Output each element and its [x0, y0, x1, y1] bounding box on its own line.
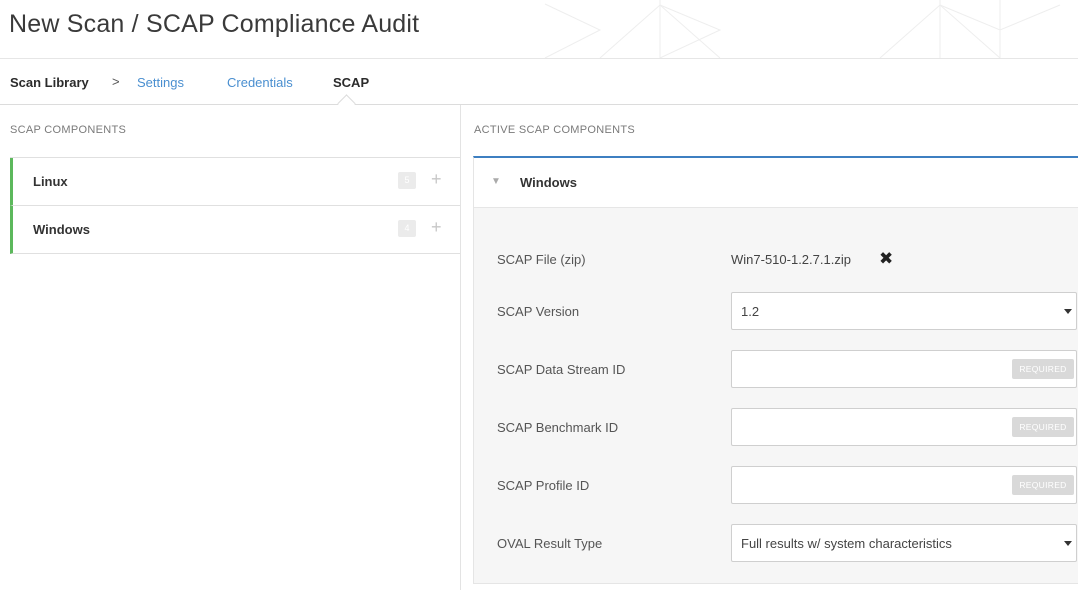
scap-components-title: SCAP COMPONENTS	[10, 124, 127, 136]
scap-profile-row: SCAP Profile ID REQUIRED	[474, 466, 1078, 506]
chevron-right-icon: >	[112, 74, 120, 89]
oval-result-type-value: Full results w/ system characteristics	[741, 536, 952, 551]
scap-profile-label: SCAP Profile ID	[497, 478, 590, 493]
tab-settings[interactable]: Settings	[137, 75, 184, 90]
scap-datastream-input[interactable]: REQUIRED	[731, 350, 1077, 388]
active-scap-components-title: ACTIVE SCAP COMPONENTS	[474, 124, 636, 136]
scap-file-row: SCAP File (zip) Win7-510-1.2.7.1.zip ✖	[474, 240, 1078, 280]
oval-result-type-row: OVAL Result Type Full results w/ system …	[474, 524, 1078, 564]
active-scap-components-panel: ACTIVE SCAP COMPONENTS ▼ Windows SCAP Fi…	[461, 105, 1078, 590]
page-header: New Scan / SCAP Compliance Audit	[0, 0, 1078, 59]
card-header[interactable]: ▼ Windows	[474, 158, 1078, 208]
tab-credentials[interactable]: Credentials	[227, 75, 293, 90]
component-count-badge: 5	[398, 172, 416, 189]
triangle-down-icon[interactable]: ▼	[491, 176, 501, 187]
page-title: New Scan / SCAP Compliance Audit	[9, 10, 420, 38]
breadcrumb-scan-library[interactable]: Scan Library	[10, 75, 89, 90]
component-name: Windows	[33, 222, 90, 237]
scap-version-select[interactable]: 1.2	[731, 292, 1077, 330]
component-item-linux[interactable]: Linux 5 +	[10, 158, 460, 206]
scap-file-label: SCAP File (zip)	[497, 252, 586, 267]
caret-down-icon	[1064, 309, 1072, 314]
oval-result-type-label: OVAL Result Type	[497, 536, 603, 551]
component-item-windows[interactable]: Windows 4 +	[10, 206, 460, 254]
component-list: Linux 5 + Windows 4 +	[10, 157, 460, 254]
scap-datastream-row: SCAP Data Stream ID REQUIRED	[474, 350, 1078, 390]
caret-down-icon	[1064, 541, 1072, 546]
scap-benchmark-input[interactable]: REQUIRED	[731, 408, 1077, 446]
oval-result-type-select[interactable]: Full results w/ system characteristics	[731, 524, 1077, 562]
close-icon[interactable]: ✖	[879, 249, 893, 269]
add-icon[interactable]: +	[431, 217, 442, 237]
windows-component-card: ▼ Windows SCAP File (zip) Win7-510-1.2.7…	[473, 156, 1078, 584]
card-title: Windows	[520, 175, 577, 190]
required-badge: REQUIRED	[1012, 359, 1074, 379]
scap-file-name: Win7-510-1.2.7.1.zip	[731, 252, 851, 267]
scap-benchmark-row: SCAP Benchmark ID REQUIRED	[474, 408, 1078, 448]
required-badge: REQUIRED	[1012, 475, 1074, 495]
required-badge: REQUIRED	[1012, 417, 1074, 437]
scap-version-label: SCAP Version	[497, 304, 580, 319]
scap-version-value: 1.2	[741, 304, 760, 319]
component-count-badge: 4	[398, 220, 416, 237]
component-name: Linux	[33, 174, 68, 189]
scap-datastream-label: SCAP Data Stream ID	[497, 362, 626, 377]
scap-benchmark-label: SCAP Benchmark ID	[497, 420, 619, 435]
tab-scap[interactable]: SCAP	[333, 75, 369, 90]
scap-version-row: SCAP Version 1.2	[474, 292, 1078, 332]
scap-profile-input[interactable]: REQUIRED	[731, 466, 1077, 504]
breadcrumb-nav: Scan Library > Settings Credentials SCAP	[0, 59, 1078, 113]
add-icon[interactable]: +	[431, 169, 442, 189]
scap-components-panel: SCAP COMPONENTS Linux 5 + Windows 4 +	[0, 105, 461, 590]
